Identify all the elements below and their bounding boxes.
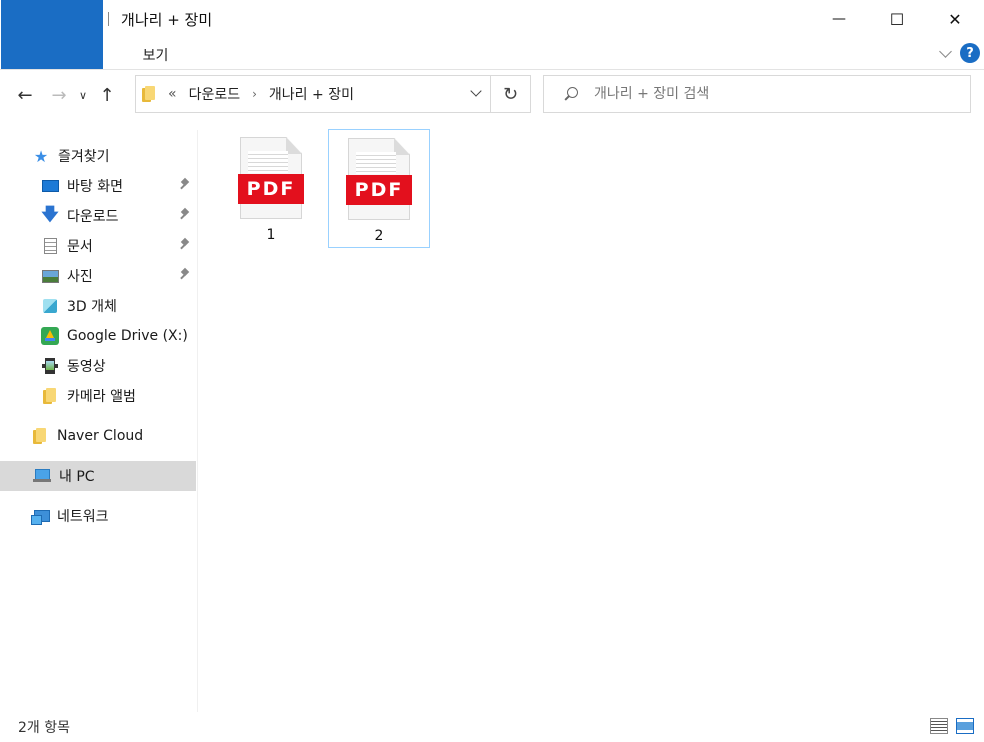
expand-ribbon-chevron-down-icon[interactable] [939,44,952,58]
pin-icon[interactable] [180,209,190,221]
navigation-bar: ← → ∨ ↑ « 다운로드 › 개나리 + 장미 ↻ [0,72,984,118]
recent-locations-button[interactable]: ∨ [74,80,92,110]
sidebar-item-videos[interactable]: 동영상 [0,351,196,381]
status-bar: 2개 항목 [0,712,984,742]
address-dropdown-chevron-icon[interactable] [470,85,482,97]
download-icon: 🡇 [41,204,59,225]
breadcrumb-item-current-folder[interactable]: 개나리 + 장미 [269,84,354,104]
search-icon [564,87,578,101]
cube-icon [41,297,59,315]
sidebar-item-this-pc[interactable]: 내 PC [0,461,196,491]
sidebar-item-3d-objects[interactable]: 3D 개체 [0,291,196,321]
breadcrumb-item-downloads[interactable]: 다운로드 [189,84,241,104]
sidebar-item-label: 다운로드 [67,209,119,225]
sidebar-item-label: 동영상 [67,359,106,375]
maximize-button[interactable]: ☐ [868,0,926,38]
file-name: 2 [374,228,384,244]
network-icon [31,507,50,525]
maximize-icon: ☐ [889,9,905,29]
pdf-file-icon: PDF [238,137,304,219]
pc-icon [33,467,51,485]
sidebar-item-label: Naver Cloud [57,428,144,444]
folder-icon [31,427,49,445]
pin-icon[interactable] [180,239,190,251]
sidebar-item-label: 즐겨찾기 [58,149,110,165]
search-input[interactable] [594,86,954,102]
sidebar-item-camera-roll[interactable]: 카메라 앨범 [0,381,196,411]
video-icon [41,357,59,375]
file-list: PDF 1 PDF 2 [200,118,984,712]
sidebar-item-label: 네트워크 [57,509,109,525]
minimize-button[interactable]: — [810,0,868,38]
sidebar-item-label: 사진 [67,269,93,285]
back-button[interactable]: ← [10,80,40,110]
breadcrumb-separator-icon[interactable]: › [252,87,257,101]
desktop-icon [41,177,59,195]
pin-icon[interactable] [180,269,190,281]
file-name: 1 [266,227,276,243]
up-arrow-icon: ↑ [99,84,115,106]
sidebar-item-desktop[interactable]: 바탕 화면 [0,171,196,201]
picture-icon [41,267,59,285]
sidebar-item-label: 3D 개체 [67,299,117,315]
close-button[interactable]: ✕ [926,0,984,38]
sidebar-item-label: 내 PC [59,469,95,485]
close-icon: ✕ [948,9,962,29]
title-bar: ▾ 개나리 + 장미 — ☐ ✕ [0,0,984,38]
sidebar-item-label: 카메라 앨범 [67,389,136,405]
back-arrow-icon: ← [17,84,33,106]
ribbon-right-controls: ? [939,43,980,63]
tab-label: 보기 [142,48,169,64]
large-icons-view-icon[interactable] [956,718,974,734]
tab-view[interactable]: 보기 [123,41,189,69]
breadcrumb: « 다운로드 › 개나리 + 장미 [168,84,354,104]
sidebar-item-network[interactable]: 네트워크 [0,501,196,531]
forward-button[interactable]: → [44,80,74,110]
minimize-icon: — [832,11,846,27]
sidebar-item-google-drive[interactable]: Google Drive (X:) [0,321,196,351]
sidebar-item-label: 문서 [67,239,93,255]
tab-file[interactable]: 파일 [1,0,103,69]
forward-arrow-icon: → [51,84,67,106]
file-item[interactable]: PDF 1 [220,129,322,248]
address-bar[interactable]: « 다운로드 › 개나리 + 장미 [135,75,491,113]
sidebar-item-pictures[interactable]: 사진 [0,261,196,291]
window-controls: — ☐ ✕ [810,0,984,38]
pdf-label: PDF [346,175,412,205]
pin-icon[interactable] [180,179,190,191]
google-drive-icon [41,327,59,345]
navigation-pane: ★ 즐겨찾기 바탕 화면 🡇 다운로드 문서 사진 3D 개체 Google D… [0,130,198,712]
view-switcher [930,718,974,734]
up-button[interactable]: ↑ [92,80,122,110]
sidebar-item-documents[interactable]: 문서 [0,231,196,261]
sidebar-item-label: 바탕 화면 [67,179,123,195]
search-box[interactable] [543,75,971,113]
breadcrumb-overflow[interactable]: « [168,86,177,102]
chevron-down-icon: ∨ [78,88,88,102]
details-view-icon[interactable] [930,718,948,734]
pdf-file-icon: PDF [346,138,412,220]
ribbon-tabs: 파일 홈 공유 보기 ? [0,0,984,70]
file-item[interactable]: PDF 2 [328,129,430,248]
sidebar-item-label: Google Drive (X:) [67,328,188,344]
sidebar-item-quick-access[interactable]: ★ 즐겨찾기 [0,141,196,171]
refresh-button[interactable]: ↻ [491,75,531,113]
item-count: 2개 항목 [18,720,70,736]
divider [108,12,110,26]
folder-icon [142,86,156,102]
star-icon: ★ [33,146,49,166]
document-icon [41,237,59,255]
window-title: 개나리 + 장미 [121,10,213,29]
sidebar-item-naver-cloud[interactable]: Naver Cloud [0,421,196,451]
pdf-label: PDF [238,174,304,204]
sidebar-item-downloads[interactable]: 🡇 다운로드 [0,201,196,231]
refresh-icon: ↻ [502,83,519,105]
folder-icon [41,387,59,405]
help-icon[interactable]: ? [960,43,980,63]
